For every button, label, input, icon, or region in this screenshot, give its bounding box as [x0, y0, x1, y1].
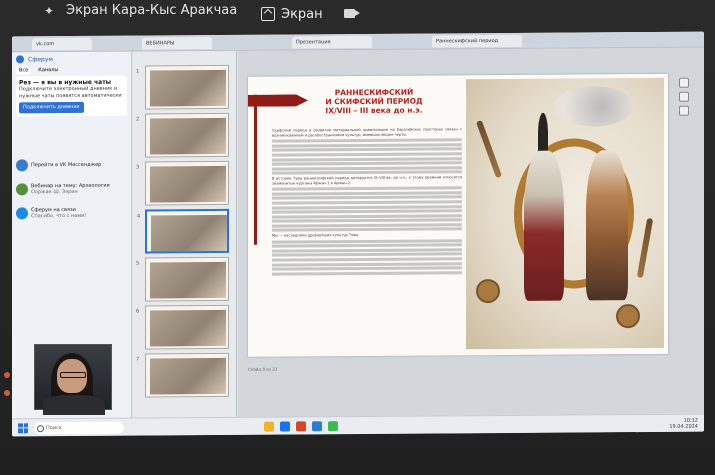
- share-screen-icon: [261, 7, 275, 21]
- screen-share-frame: ✦ Экран Кара-Кыс Аракчаа Экран vk.com ВЕ…: [0, 0, 715, 475]
- slide-status: Слайд 8 из 23: [248, 366, 278, 372]
- messenger-filters: Все Каналы: [12, 66, 131, 75]
- chat-item[interactable]: Перейти в VK Мессенджер: [16, 156, 128, 175]
- screen-share-title: Экран Кара-Кыс Аракчаа: [66, 3, 238, 18]
- avatar: [16, 159, 28, 172]
- screen-button-label: Экран: [281, 6, 323, 22]
- shared-screen: vk.com ВЕБИНАРЫ Презентация Раннескифски…: [12, 31, 704, 437]
- browser-tab[interactable]: vk.com: [32, 37, 92, 51]
- tool-button[interactable]: [679, 77, 689, 88]
- red-line-decoration: [254, 94, 257, 245]
- slide-thumbnail[interactable]: 3: [136, 160, 229, 206]
- thumbnail-number: 3: [136, 164, 140, 171]
- filter-all[interactable]: Все: [16, 66, 32, 75]
- browser-tab[interactable]: ВЕБИНАРЫ: [142, 37, 212, 50]
- scythian-costume-illustration: [466, 77, 664, 350]
- system-tray[interactable]: 10:12 19.04.2024: [669, 417, 698, 429]
- right-tool-rail: [674, 74, 694, 354]
- slide-paragraph: В истории Тувы раннескифский период дати…: [272, 175, 462, 186]
- windows-taskbar: Поиск 10:12 19.04.2024: [12, 413, 704, 437]
- tool-button[interactable]: [679, 91, 689, 102]
- taskbar-apps: [264, 420, 338, 432]
- browser-tab[interactable]: Раннескифский период: [432, 34, 522, 48]
- slide-thumbnail[interactable]: 7: [136, 352, 229, 398]
- slide-title: РАННЕСКИФСКИЙ И СКИФСКИЙ ПЕРИОД IX/VIII …: [304, 87, 444, 116]
- connect-diary-button[interactable]: Подключить дневник: [19, 101, 84, 114]
- bronze-disc-image: [476, 279, 500, 304]
- browser-icon[interactable]: [280, 420, 290, 432]
- messenger-title: Сферум: [28, 55, 53, 63]
- promo-card: Рез — я вы в нужные чаты Подключите элек…: [16, 75, 127, 117]
- meeting-top-bar: ✦ Экран Кара-Кыс Аракчаа Экран: [0, 0, 715, 32]
- slide-text-column: Скифский период в развитии материальной …: [272, 127, 462, 348]
- word-icon[interactable]: [312, 420, 322, 431]
- slide-editor-area: РАННЕСКИФСКИЙ И СКИФСКИЙ ПЕРИОД IX/VIII …: [238, 47, 704, 417]
- avatar: [16, 207, 28, 220]
- side-status-dots: [4, 360, 12, 408]
- app-icon[interactable]: [328, 420, 338, 431]
- dagger-image: [636, 217, 654, 279]
- chat-preview: Спасибо, что с нами!: [31, 212, 87, 220]
- chat-name: Перейти в VK Мессенджер: [31, 161, 102, 169]
- slide-thumbnail-selected[interactable]: 4: [137, 208, 229, 254]
- chat-item[interactable]: Вебинар на тему: Археология Ооржак Ш. Ээ…: [16, 180, 128, 199]
- tall-hat-shape: [538, 112, 548, 155]
- slide-thumbnails: 1 2 3 4 5 6 7: [133, 50, 237, 418]
- slide-thumbnail[interactable]: 5: [136, 256, 229, 302]
- bronze-disc-image: [616, 304, 640, 329]
- tool-button[interactable]: [679, 105, 689, 116]
- slide-thumbnail[interactable]: 6: [136, 304, 229, 350]
- current-slide[interactable]: РАННЕСКИФСКИЙ И СКИФСКИЙ ПЕРИОД IX/VIII …: [248, 73, 668, 357]
- camera-icon[interactable]: [344, 9, 360, 18]
- thumbnail-number: 2: [136, 116, 140, 123]
- slide-thumbnail[interactable]: 1: [136, 64, 229, 110]
- messenger-header: Сферум: [12, 52, 131, 67]
- browser-tab[interactable]: Презентация: [292, 35, 372, 49]
- slide-title-line: IX/VIII – III века до н.э.: [325, 105, 423, 116]
- clock-date: 19.04.2024: [669, 423, 698, 430]
- screen-button[interactable]: Экран: [261, 3, 323, 25]
- sferum-logo-icon: [16, 55, 24, 64]
- portrait-image: [554, 86, 634, 127]
- promo-text: Подключите электронный дневник и нужные …: [19, 85, 122, 100]
- thumbnail-number: 4: [137, 213, 141, 220]
- thumbnail-number: 6: [136, 308, 140, 315]
- dagger-image: [475, 119, 503, 179]
- red-arrow-decoration: [248, 94, 308, 106]
- female-costume-figure: [524, 150, 564, 301]
- slide-paragraph: Мы — наследники древнейших культур Тувы.: [272, 233, 360, 238]
- taskbar-search[interactable]: Поиск: [34, 421, 124, 434]
- thumbnail-number: 1: [136, 68, 140, 75]
- slide-thumbnail[interactable]: 2: [136, 112, 229, 158]
- thumbnail-number: 5: [136, 260, 140, 267]
- thumbnail-number: 7: [136, 356, 140, 363]
- slide-paragraph: Скифский период в развитии материальной …: [272, 127, 462, 138]
- start-icon[interactable]: [18, 422, 28, 433]
- powerpoint-icon[interactable]: [296, 420, 306, 431]
- avatar: [16, 183, 28, 196]
- filter-channels[interactable]: Каналы: [35, 66, 61, 74]
- male-costume-figure: [586, 150, 628, 301]
- chat-preview: Ооржак Ш. Ээрен: [31, 188, 78, 196]
- webcam-preview[interactable]: [34, 344, 112, 415]
- pin-icon[interactable]: ✦: [44, 4, 58, 18]
- chat-item[interactable]: Сферум на связи Спасибо, что с нами!: [16, 204, 128, 223]
- file-explorer-icon[interactable]: [264, 421, 274, 432]
